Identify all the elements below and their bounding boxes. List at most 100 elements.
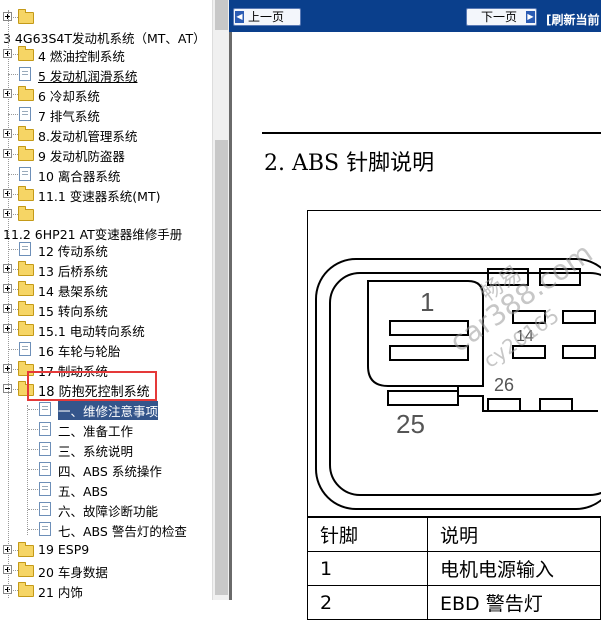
prev-page-label: 上一页 <box>248 10 285 24</box>
tree-item-label: 一、维修注意事项 <box>58 401 159 420</box>
page-icon <box>39 442 51 456</box>
tree-item[interactable]: 11.1 变速器系统(MT) <box>0 184 212 204</box>
folder-icon <box>18 582 34 597</box>
tree-connector <box>8 174 18 175</box>
pin-label-1: 1 <box>420 287 434 317</box>
tree-item[interactable]: 五、ABS <box>0 479 212 499</box>
tree-connector <box>28 489 38 490</box>
arrow-right-icon: ▶ <box>526 11 535 23</box>
abs-connector-diagram: 1 14 26 25 畅易 car388.com cy20165 <box>307 210 601 517</box>
scrollbar-thumb[interactable] <box>215 140 228 595</box>
tree-item-label: 15 转向系统 <box>38 304 108 319</box>
tree-item[interactable]: 12 传动系统 <box>0 239 212 259</box>
tree-item-label: 六、故障诊断功能 <box>58 504 159 519</box>
folder-icon <box>18 186 34 201</box>
highlight-box <box>27 371 157 401</box>
tree-item[interactable]: 10 离合器系统 <box>0 164 212 184</box>
tree-item[interactable]: 9 发动机防盗器 <box>0 144 212 164</box>
pin-table-header: 针脚 说明 <box>307 517 601 552</box>
tree-item-label: 21 内饰 <box>38 585 83 600</box>
tree-item[interactable]: 七、ABS 警告灯的检查 <box>0 519 212 539</box>
pin-label-25: 25 <box>396 409 425 439</box>
page-icon <box>39 422 51 436</box>
tree-item-label: 二、准备工作 <box>58 424 134 439</box>
header-pin: 针脚 <box>307 517 428 552</box>
tree-item-label: 12 传动系统 <box>38 244 108 259</box>
page-icon <box>39 502 51 516</box>
arrow-left-icon: ◀ <box>235 11 244 23</box>
folder-icon <box>18 301 34 316</box>
tree-item[interactable]: 19 ESP9 <box>0 540 212 560</box>
desc-cell: 电机电源输入 <box>427 551 601 586</box>
pin-cell: 2 <box>307 585 428 620</box>
tree-scrollbar[interactable] <box>212 0 230 600</box>
tree-item[interactable]: 15.1 电动转向系统 <box>0 319 212 339</box>
tree-item[interactable]: 13 后桥系统 <box>0 259 212 279</box>
tree-item[interactable] <box>0 204 212 224</box>
tree-item[interactable]: 3 4G63S4T发动机系统（MT、AT） <box>0 26 212 46</box>
tree-guide-line <box>8 10 9 598</box>
refresh-link[interactable]: [刷新当前 <box>546 11 600 28</box>
tree-connector <box>8 349 18 350</box>
folder-icon <box>18 281 34 296</box>
tree-item[interactable] <box>0 7 212 27</box>
tree-item-label: 七、ABS 警告灯的检查 <box>58 524 187 539</box>
tree-connector <box>28 469 38 470</box>
tree-item[interactable]: 三、系统说明 <box>0 439 212 459</box>
pin-label-26: 26 <box>494 375 514 395</box>
tree-item-label: 四、ABS 系统操作 <box>58 464 162 479</box>
folder-icon <box>18 146 34 161</box>
tree-item[interactable]: 6 冷却系统 <box>0 84 212 104</box>
tree-item[interactable]: 14 悬架系统 <box>0 279 212 299</box>
tree-item-label: 11.1 变速器系统(MT) <box>38 189 161 204</box>
table-row: 2 EBD 警告灯 <box>307 585 601 620</box>
tree-item-label: 10 离合器系统 <box>38 169 121 184</box>
tree-item[interactable]: 四、ABS 系统操作 <box>0 459 212 479</box>
tree-item-label: 16 车轮与轮胎 <box>38 344 121 359</box>
tree-connector <box>28 449 38 450</box>
page-icon <box>19 342 31 356</box>
tree-item[interactable]: 六、故障诊断功能 <box>0 499 212 519</box>
next-page-label: 下一页 <box>481 10 518 24</box>
tree-item[interactable]: 15 转向系统 <box>0 299 212 319</box>
folder-icon <box>18 261 34 276</box>
tree-item[interactable]: 21 内饰 <box>0 580 212 600</box>
folder-icon <box>18 126 34 141</box>
tree-item[interactable]: 二、准备工作 <box>0 419 212 439</box>
tree-item-label: 三、系统说明 <box>58 444 134 459</box>
tree-item[interactable]: 一、维修注意事项 <box>0 399 212 420</box>
desc-cell: EBD 警告灯 <box>427 585 601 620</box>
prev-page-button[interactable]: ◀ 上一页 <box>233 8 301 26</box>
tree-guide-line <box>27 405 28 535</box>
folder-icon <box>18 321 34 336</box>
page-icon <box>19 167 31 181</box>
page-icon <box>19 67 31 81</box>
tree-connector <box>8 114 18 115</box>
tree-item-label: 5 发动机润滑系统 <box>38 69 138 84</box>
tree-item[interactable]: 8.发动机管理系统 <box>0 124 212 144</box>
folder-icon <box>18 46 34 61</box>
tree-item-label: 7 排气系统 <box>38 109 100 124</box>
page-icon <box>39 522 51 536</box>
tree-connector <box>8 249 18 250</box>
tree-item[interactable]: 4 燃油控制系统 <box>0 44 212 64</box>
tree-item[interactable]: 16 车轮与轮胎 <box>0 339 212 359</box>
tree-item-label: 14 悬架系统 <box>38 284 108 299</box>
tree-connector <box>28 509 38 510</box>
page-icon <box>19 107 31 121</box>
page-icon <box>19 242 31 256</box>
next-page-button[interactable]: 下一页 ▶ <box>466 8 537 26</box>
tree-item-label: 8.发动机管理系统 <box>38 129 138 144</box>
tree-item[interactable]: 5 发动机润滑系统 <box>0 64 212 84</box>
tree-item[interactable]: 7 排气系统 <box>0 104 212 124</box>
tree-connector <box>8 74 18 75</box>
header-desc: 说明 <box>427 517 601 552</box>
page-icon <box>39 402 51 416</box>
tree-connector <box>28 529 38 530</box>
tree-connector <box>28 429 38 430</box>
tree-item[interactable]: 20 车身数据 <box>0 560 212 580</box>
pin-table: 针脚 说明 1 电机电源输入 2 EBD 警告灯 <box>307 517 601 620</box>
page-icon <box>39 462 51 476</box>
scrollbar-arrow-area[interactable] <box>215 0 228 30</box>
tree-item-label: 4 燃油控制系统 <box>38 49 125 64</box>
